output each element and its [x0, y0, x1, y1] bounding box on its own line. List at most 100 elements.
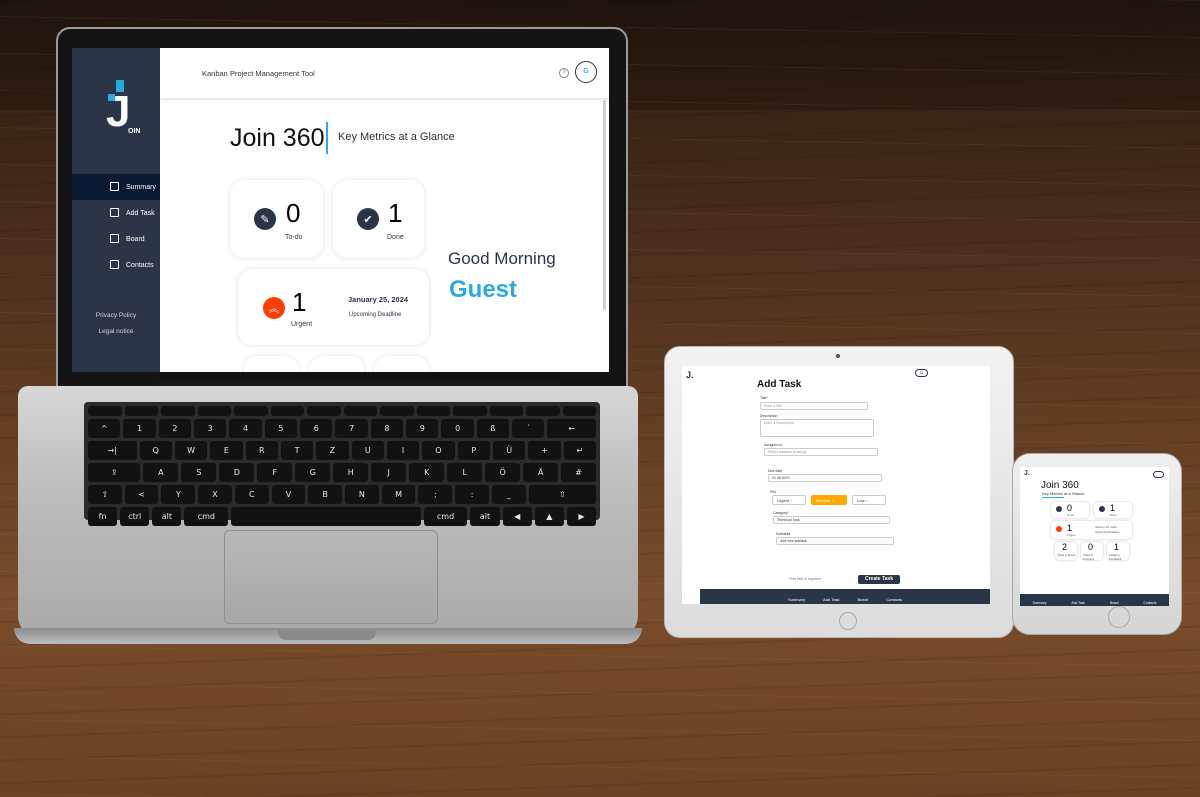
todo-count: 0: [1067, 503, 1073, 513]
tablet-camera: [836, 354, 840, 358]
phone-nav-board[interactable]: Board: [1110, 594, 1119, 606]
tablet-home-button: [839, 612, 857, 630]
todo-label: To-do: [1067, 513, 1074, 517]
tablet-nav-add-task[interactable]: Add Task: [823, 589, 839, 604]
urgent-count: 1: [292, 287, 307, 317]
tablet-nav-summary[interactable]: Summary: [788, 589, 805, 604]
sidebar-item-label: Board: [126, 235, 145, 243]
sidebar-item-summary[interactable]: Summary: [72, 174, 160, 200]
done-count: 1: [388, 198, 403, 228]
todo-card[interactable]: ✎ 0 To-do: [230, 180, 323, 258]
phone-home-button: [1108, 606, 1130, 628]
urgent-arrows-icon: ︽: [263, 297, 285, 319]
phone-nav-summary[interactable]: Summary: [1032, 594, 1046, 606]
progress-count: 0: [1088, 542, 1094, 552]
subtask-input[interactable]: Add new subtask: [776, 537, 894, 545]
assigned-select[interactable]: Select contacts to assign: [764, 448, 878, 456]
assigned-label: Assigned to: [764, 443, 783, 447]
legal-notice-link[interactable]: Legal notice: [72, 328, 160, 335]
prio-medium-button[interactable]: Medium =: [811, 495, 847, 505]
phone-todo-card[interactable]: 0 To-do: [1051, 502, 1089, 518]
logo-text: OIN: [128, 128, 141, 135]
prio-urgent-button[interactable]: Urgent ^: [772, 495, 806, 505]
board-icon: [110, 234, 119, 243]
sidebar-item-label: Summary: [126, 183, 156, 191]
help-icon[interactable]: ?: [559, 68, 569, 78]
phone-feedback-card[interactable]: 1 Awaiting Feedback: [1107, 542, 1129, 561]
equals-icon: =: [831, 498, 834, 503]
phone-nav-contacts[interactable]: Contacts: [1144, 594, 1157, 606]
description-input[interactable]: Enter a Description: [760, 419, 874, 437]
due-date-input[interactable]: 01.08.2023: [768, 474, 882, 482]
title-divider: [326, 122, 328, 154]
sidebar-item-board[interactable]: Board: [72, 226, 160, 252]
legal-links: Privacy Policy Legal notice: [72, 312, 160, 344]
phone-nav-add-task[interactable]: Add Task: [1071, 594, 1085, 606]
tablet-logo[interactable]: J.: [686, 370, 694, 380]
tablet-bottom-nav: Summary Add Task Board Contacts: [700, 589, 990, 604]
progress-label: Tasks in Progress: [1083, 553, 1095, 561]
progress-card[interactable]: [309, 356, 364, 372]
sidebar-nav: Summary Add Task Board Contacts: [72, 174, 160, 278]
phone-board-card[interactable]: 2 Tasks in Board: [1055, 542, 1077, 560]
urgent-count: 1: [1067, 523, 1073, 533]
todo-count: 0: [286, 198, 301, 228]
phone-avatar[interactable]: [1153, 471, 1164, 478]
tablet-nav-board[interactable]: Board: [858, 589, 869, 604]
phone-screen: J. Join 360 Key Metrics at a Glance 0 To…: [1020, 467, 1169, 606]
done-card[interactable]: ✔ 1 Done: [333, 180, 424, 258]
phone-subtitle: Key Metrics at a Glance: [1042, 491, 1085, 496]
board-label: Tasks in Board: [1057, 553, 1076, 557]
prio-low-label: Low: [857, 498, 865, 503]
edit-icon: [110, 208, 119, 217]
category-label: Category*: [773, 511, 789, 515]
user-name: Guest: [449, 276, 518, 303]
title-underline: [1042, 497, 1064, 498]
down-arrows-icon: v: [865, 498, 868, 503]
required-note: *This field is required: [788, 577, 821, 581]
phone-urgent-card[interactable]: 1 Urgent January 25, 2024 Upcoming Deadl…: [1051, 521, 1132, 539]
feedback-label: Awaiting Feedback: [1109, 553, 1122, 561]
todo-label: To-do: [285, 234, 303, 241]
sidebar-item-add-task[interactable]: Add Task: [72, 200, 160, 226]
subtasks-label: Subtasks: [776, 532, 791, 536]
contacts-icon: [110, 260, 119, 269]
user-avatar[interactable]: G: [575, 61, 597, 83]
tablet-screen: J. G Add Task Title* Enter a title Descr…: [682, 366, 990, 604]
create-task-button[interactable]: Create Task: [858, 575, 900, 584]
tablet-nav-contacts[interactable]: Contacts: [886, 589, 902, 604]
done-label: Done: [1110, 513, 1117, 517]
done-label: Done: [387, 234, 404, 241]
prio-urgent-label: Urgent: [777, 498, 790, 503]
done-count: 1: [1110, 503, 1116, 513]
title-input[interactable]: Enter a title: [760, 402, 868, 410]
sidebar-item-label: Add Task: [126, 209, 155, 217]
trackpad: [224, 530, 438, 624]
feedback-card[interactable]: [374, 356, 429, 372]
pencil-icon: ✎: [254, 208, 276, 230]
phone-done-card[interactable]: 1 Done: [1094, 502, 1132, 518]
phone-logo[interactable]: J.: [1024, 470, 1030, 477]
urgent-label: Urgent: [291, 321, 313, 328]
urgent-label: Urgent: [1067, 533, 1076, 537]
urgent-card[interactable]: ︽ 1 Urgent January 25, 2024 Upcoming Dea…: [238, 269, 429, 345]
deadline-label: Upcoming Deadline: [1095, 530, 1120, 534]
page-subtitle: Key Metrics at a Glance: [338, 131, 455, 143]
category-select[interactable]: Technical Task: [773, 516, 890, 524]
board-card[interactable]: [244, 356, 299, 372]
tablet-avatar[interactable]: G: [915, 369, 928, 377]
sidebar: J OIN Summary Add Task Board Contacts Pr…: [72, 48, 160, 372]
greeting-text: Good Morning: [448, 249, 556, 268]
sidebar-item-contacts[interactable]: Contacts: [72, 252, 160, 278]
phone-progress-card[interactable]: 0 Tasks in Progress: [1081, 542, 1103, 561]
check-icon: [1099, 506, 1105, 512]
header: Kanban Project Management Tool ? G: [160, 48, 609, 98]
prio-medium-label: Medium: [816, 498, 831, 503]
phone-bottom-nav: Summary Add Task Board Contacts: [1020, 594, 1169, 606]
scrollbar[interactable]: [603, 100, 606, 310]
add-task-title: Add Task: [757, 379, 802, 390]
deadline-label: Upcoming Deadline: [349, 312, 402, 318]
join-logo[interactable]: J OIN: [102, 80, 142, 144]
privacy-policy-link[interactable]: Privacy Policy: [72, 312, 160, 319]
prio-low-button[interactable]: Low v: [852, 495, 886, 505]
